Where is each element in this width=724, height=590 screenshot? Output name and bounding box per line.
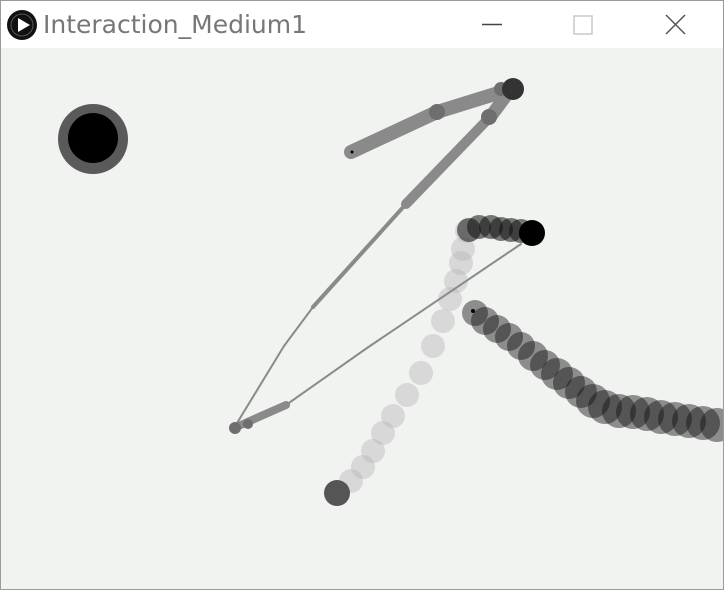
dark-stroke-top-end [519,220,545,246]
title-bar[interactable]: Interaction_Medium1 [1,1,723,48]
close-button[interactable] [653,1,699,48]
dark-stroke-start [471,309,475,313]
processing-play-icon[interactable] [6,9,38,41]
dark-stroke-bottom [462,300,723,442]
brush-indicator [58,104,128,174]
sketch-canvas[interactable] [1,48,723,589]
maximize-button[interactable] [560,1,606,48]
light-stroke [339,219,479,493]
gray-stroke-start [350,150,354,154]
close-icon [665,14,686,35]
app-window: Interaction_Medium1 [0,0,724,590]
gray-stroke-turn [502,78,524,100]
minimize-button[interactable] [468,1,514,48]
gray-stroke [230,82,522,432]
window-title: Interaction_Medium1 [43,10,308,39]
minimize-icon [482,23,502,26]
maximize-icon [573,15,593,35]
drawing-surface [58,78,723,506]
light-stroke-end [324,480,350,506]
